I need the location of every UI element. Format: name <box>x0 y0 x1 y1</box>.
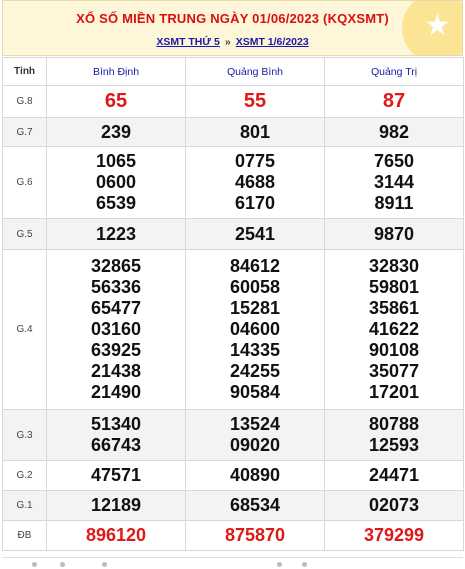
dot-icon <box>302 562 307 567</box>
prize-number: 02073 <box>324 490 464 521</box>
prize-label: G.2 <box>2 460 47 491</box>
prize-numbers: 51340 66743 <box>46 409 186 461</box>
prize-number: 87 <box>324 85 464 118</box>
prize-row-g2: G.2 47571 40890 24471 <box>2 460 464 491</box>
prize-numbers: 7650 3144 8911 <box>324 146 464 219</box>
prize-number: 55 <box>185 85 325 118</box>
province-header-binh-dinh[interactable]: Bình Định <box>46 57 186 86</box>
province-header-quang-tri[interactable]: Quảng Trị <box>324 57 464 86</box>
prize-numbers: 32830 59801 35861 41622 90108 35077 17201 <box>324 249 464 410</box>
prize-number: 1223 <box>46 218 186 250</box>
prize-row-special: ĐB 896120 875870 379299 <box>2 520 464 551</box>
prize-number: 801 <box>185 117 325 147</box>
prize-number: 12189 <box>46 490 186 521</box>
xsmt-weekday-link[interactable]: XSMT THỨ 5 <box>156 36 220 48</box>
prize-number: 68534 <box>185 490 325 521</box>
prize-row-g6: G.6 1065 0600 6539 0775 4688 6170 7650 3144 89… <box>2 146 464 219</box>
page-title: XỔ SỐ MIỀN TRUNG NGÀY 01/06/2023 (KQXSMT… <box>76 11 389 26</box>
results-header: ★ XỔ SỐ MIỀN TRUNG NGÀY 01/06/2023 (KQXS… <box>2 0 463 56</box>
prize-number: 982 <box>324 117 464 147</box>
xsmt-date-link[interactable]: XSMT 1/6/2023 <box>236 36 309 48</box>
prize-number: 47571 <box>46 460 186 491</box>
dot-icon <box>277 562 282 567</box>
prize-label: ĐB <box>2 520 47 551</box>
prize-label: G.7 <box>2 117 47 147</box>
prize-numbers: 13524 09020 <box>185 409 325 461</box>
province-column-header: Tỉnh <box>2 57 47 86</box>
prize-number: 9870 <box>324 218 464 250</box>
prize-label: G.8 <box>2 85 47 118</box>
prize-label: G.5 <box>2 218 47 250</box>
dot-icon <box>102 562 107 567</box>
prize-label: G.4 <box>2 249 47 410</box>
prize-row-g4: G.4 32865 56336 65477 03160 63925 21438 21490 … <box>2 249 464 410</box>
prize-row-g8: G.8 65 55 87 <box>2 85 464 118</box>
prize-number: 40890 <box>185 460 325 491</box>
prize-number: 239 <box>46 117 186 147</box>
breadcrumb-separator: » <box>224 36 231 48</box>
prize-numbers: 80788 12593 <box>324 409 464 461</box>
prize-numbers: 84612 60058 15281 04600 14335 24255 90584 <box>185 249 325 410</box>
prize-row-g3: G.3 51340 66743 13524 09020 80788 12593 <box>2 409 464 461</box>
special-prize-number: 875870 <box>185 520 325 551</box>
prize-label: G.3 <box>2 409 47 461</box>
dot-icon <box>32 562 37 567</box>
prize-number: 24471 <box>324 460 464 491</box>
prize-label: G.6 <box>2 146 47 219</box>
prize-number: 65 <box>46 85 186 118</box>
prize-label: G.1 <box>2 490 47 521</box>
table-header-row: Tỉnh Bình Định Quảng Bình Quảng Trị <box>2 57 464 86</box>
dot-icon <box>60 562 65 567</box>
prize-numbers: 0775 4688 6170 <box>185 146 325 219</box>
prize-numbers: 32865 56336 65477 03160 63925 21438 21490 <box>46 249 186 410</box>
prize-row-g5: G.5 1223 2541 9870 <box>2 218 464 250</box>
footer-strip <box>2 557 463 569</box>
province-header-quang-binh[interactable]: Quảng Bình <box>185 57 325 86</box>
lottery-results-table: Tỉnh Bình Định Quảng Bình Quảng Trị G.8 … <box>2 57 464 551</box>
special-prize-number: 896120 <box>46 520 186 551</box>
special-prize-number: 379299 <box>324 520 464 551</box>
breadcrumb: XSMT THỨ 5 » XSMT 1/6/2023 <box>3 36 462 48</box>
prize-row-g1: G.1 12189 68534 02073 <box>2 490 464 521</box>
prize-numbers: 1065 0600 6539 <box>46 146 186 219</box>
prize-row-g7: G.7 239 801 982 <box>2 117 464 147</box>
prize-number: 2541 <box>185 218 325 250</box>
